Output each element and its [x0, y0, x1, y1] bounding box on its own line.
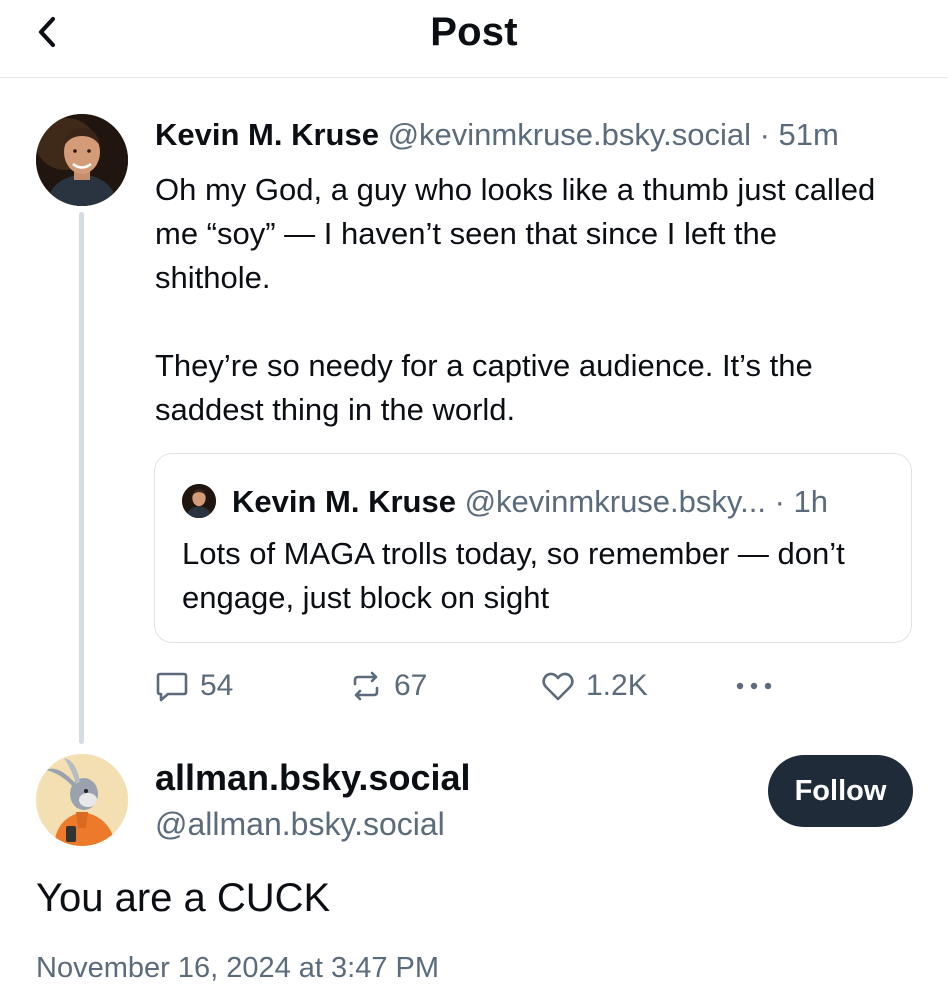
quote-separator: ·: [774, 484, 785, 519]
more-icon: [736, 682, 772, 690]
repost-icon: [353, 671, 379, 701]
reply-display-name[interactable]: allman.bsky.social: [155, 757, 471, 799]
page-title: Post: [430, 10, 518, 54]
repost-button[interactable]: 67: [348, 664, 427, 708]
thread-line: [79, 212, 84, 744]
author-photo: [36, 114, 128, 206]
post-paragraph: They’re so needy for a captive audience.…: [155, 348, 813, 427]
reply-body: You are a CUCK: [36, 876, 331, 920]
post-header: Kevin M. Kruse @kevinmkruse.bsky.social …: [155, 117, 839, 153]
author-name[interactable]: Kevin M. Kruse: [155, 117, 379, 152]
more-options-button[interactable]: [732, 664, 776, 708]
quote-body: Lots of MAGA trolls today, so remember —…: [182, 536, 845, 615]
quote-header: Kevin M. Kruse @kevinmkruse.bsky... · 1h: [232, 484, 828, 520]
reply-button[interactable]: 54: [154, 664, 233, 708]
author-handle[interactable]: @kevinmkruse.bsky.social: [388, 117, 751, 152]
top-bar: Post: [0, 0, 948, 78]
reply-author-avatar[interactable]: [36, 754, 128, 846]
post-actions: 54 67 1.2K: [154, 664, 794, 708]
post-time: 51m: [778, 117, 839, 152]
heart-icon: [542, 672, 574, 701]
reply-author-photo: [36, 754, 128, 846]
meta-separator: ·: [759, 117, 770, 152]
author-avatar[interactable]: [36, 114, 128, 206]
like-count: 1.2K: [586, 669, 648, 702]
comment-icon: [156, 672, 188, 702]
repost-count: 67: [394, 669, 428, 702]
post-paragraph: Oh my God, a guy who looks like a thumb …: [155, 172, 876, 295]
quote-author-avatar: [182, 484, 216, 518]
like-button[interactable]: 1.2K: [540, 664, 648, 708]
reply-count: 54: [200, 669, 234, 702]
reply-handle[interactable]: @allman.bsky.social: [155, 806, 445, 843]
quote-author-name: Kevin M. Kruse: [232, 484, 456, 519]
reply-timestamp: November 16, 2024 at 3:47 PM: [36, 952, 440, 984]
quoted-post[interactable]: Kevin M. Kruse @kevinmkruse.bsky... · 1h…: [154, 453, 912, 643]
post-body: Oh my God, a guy who looks like a thumb …: [155, 168, 895, 432]
quote-time: 1h: [793, 484, 828, 519]
quote-author-photo: [182, 484, 216, 518]
follow-button[interactable]: Follow: [768, 755, 913, 827]
quote-author-handle: @kevinmkruse.bsky...: [464, 484, 766, 519]
